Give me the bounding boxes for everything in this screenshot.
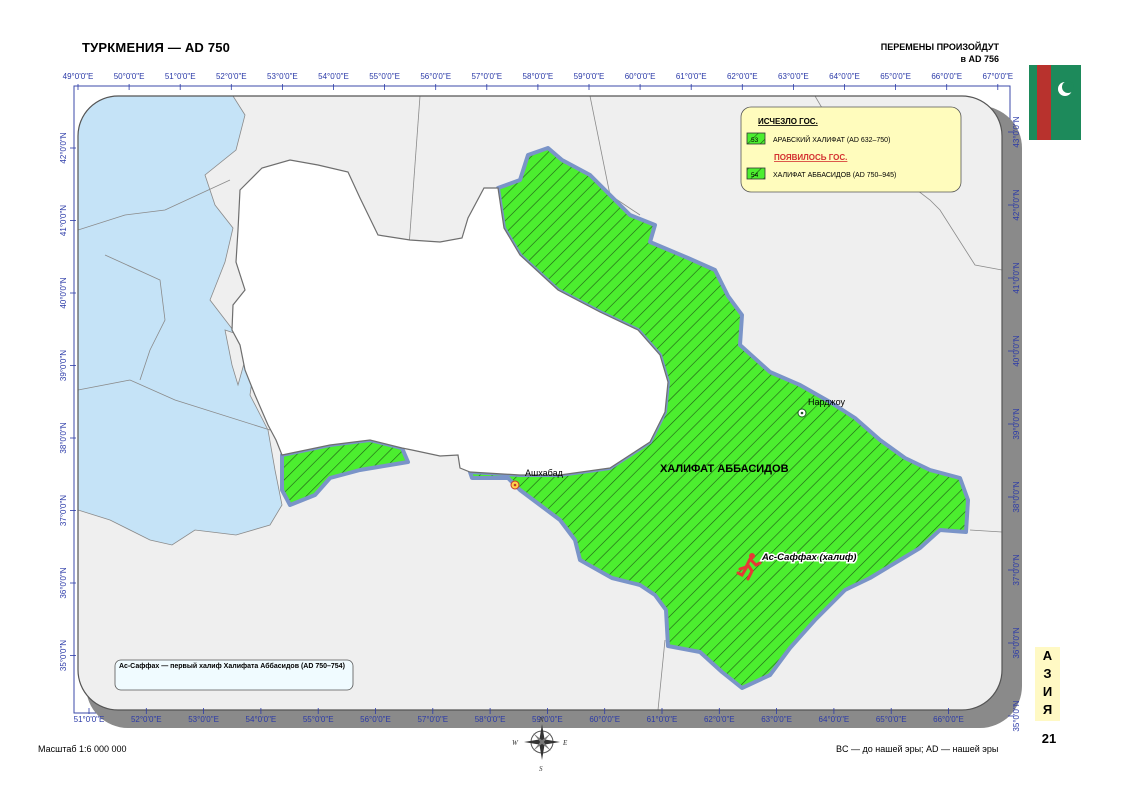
axis-bottom-label: 53°0'0"E bbox=[188, 715, 219, 724]
section-label-box: А З И Я bbox=[1035, 647, 1060, 721]
region-label: ХАЛИФАТ АББАСИДОВ bbox=[660, 463, 789, 475]
axis-left-label: 40°0'0"N bbox=[59, 277, 68, 308]
axis-top-label: 61°0'0"E bbox=[676, 72, 707, 81]
section-letter: И bbox=[1042, 684, 1053, 699]
section-letter: З bbox=[1043, 666, 1052, 681]
axis-bottom-label: 56°0'0"E bbox=[360, 715, 391, 724]
axis-bottom-label: 51°0'0"E bbox=[74, 715, 105, 724]
axis-bottom-label: 52°0'0"E bbox=[131, 715, 162, 724]
compass-e-label: E bbox=[562, 739, 568, 747]
axis-bottom-label: 58°0'0"E bbox=[475, 715, 506, 724]
compass-w-label: W bbox=[512, 739, 519, 747]
axis-bottom-label: 64°0'0"E bbox=[819, 715, 850, 724]
axis-bottom-label: 62°0'0"E bbox=[704, 715, 735, 724]
axis-left-label: 35°0'0"N bbox=[59, 640, 68, 671]
legend-vanished-title: ИСЧЕЗЛО ГОС. bbox=[758, 117, 818, 126]
axis-top-label: 56°0'0"E bbox=[420, 72, 451, 81]
axis-bottom-label: 59°0'0"E bbox=[532, 715, 563, 724]
axis-left-label: 42°0'0"N bbox=[59, 132, 68, 163]
axis-top-label: 60°0'0"E bbox=[625, 72, 656, 81]
city-ashgabat-label: Ашхабад bbox=[525, 468, 564, 478]
axis-bottom-label: 66°0'0"E bbox=[933, 715, 964, 724]
axis-left-label: 39°0'0"N bbox=[59, 350, 68, 381]
axis-bottom-label: 61°0'0"E bbox=[647, 715, 678, 724]
axis-bottom-label: 55°0'0"E bbox=[303, 715, 334, 724]
legend-appeared-code: 54 bbox=[751, 172, 759, 179]
map-canvas: Ашхабад Нарджоу ХАЛИФАТ АББАСИДОВ Ас-Саф… bbox=[59, 72, 1022, 773]
axis-left-label: 41°0'0"N bbox=[59, 205, 68, 236]
legend-appeared-label: ХАЛИФАТ АББАСИДОВ (AD 750–945) bbox=[773, 172, 896, 179]
section-letter: А bbox=[1042, 648, 1053, 663]
axis-left-label: 37°0'0"N bbox=[59, 495, 68, 526]
legend-vanished-code: 53 bbox=[751, 137, 759, 144]
axis-top-label: 51°0'0"E bbox=[165, 72, 196, 81]
axis-left-label: 38°0'0"N bbox=[59, 422, 68, 453]
axis-top-label: 67°0'0"E bbox=[982, 72, 1013, 81]
axis-top-label: 57°0'0"E bbox=[471, 72, 502, 81]
legend-appeared-title: ПОЯВИЛОСЬ ГОС. bbox=[774, 153, 847, 162]
compass-n-label: N bbox=[538, 716, 544, 724]
axis-top-label: 64°0'0"E bbox=[829, 72, 860, 81]
axis-top-label: 53°0'0"E bbox=[267, 72, 298, 81]
axis-top-label: 50°0'0"E bbox=[114, 72, 145, 81]
axis-left-label: 36°0'0"N bbox=[59, 567, 68, 598]
axis-top-label: 49°0'0"E bbox=[63, 72, 94, 81]
section-letter: Я bbox=[1042, 702, 1053, 717]
axis-top-label: 58°0'0"E bbox=[523, 72, 554, 81]
axis-bottom-label: 57°0'0"E bbox=[417, 715, 448, 724]
note-box: Ас-Саффах — первый халиф Халифата Аббаси… bbox=[114, 659, 354, 691]
axis-bottom-label: 60°0'0"E bbox=[589, 715, 620, 724]
page-number: 21 bbox=[1041, 731, 1057, 746]
city-nardjou-label: Нарджоу bbox=[808, 397, 845, 407]
axis-bottom-label: 63°0'0"E bbox=[761, 715, 792, 724]
era-note: BC — до нашей эры; AD — нашей эры bbox=[836, 744, 999, 754]
person-label: Ас-Саффах (халиф) bbox=[761, 552, 856, 563]
axis-top-label: 54°0'0"E bbox=[318, 72, 349, 81]
axis-top-label: 63°0'0"E bbox=[778, 72, 809, 81]
axis-top-label: 59°0'0"E bbox=[574, 72, 605, 81]
city-nardjou-marker bbox=[797, 408, 807, 418]
axis-top-label: 55°0'0"E bbox=[369, 72, 400, 81]
map-scale: Масштаб 1:6 000 000 bbox=[38, 744, 127, 754]
axis-bottom-label: 65°0'0"E bbox=[876, 715, 907, 724]
axis-top-label: 65°0'0"E bbox=[880, 72, 911, 81]
axis-top-label: 66°0'0"E bbox=[931, 72, 962, 81]
axis-top-label: 52°0'0"E bbox=[216, 72, 247, 81]
axis-left-labels: 42°0'0"N 41°0'0"N 40°0'0"N 39°0'0"N 38°0'0"N… bbox=[59, 132, 76, 671]
legend-vanished-label: АРАБСКИЙ ХАЛИФАТ (AD 632–750) bbox=[773, 135, 890, 144]
axis-top-label: 62°0'0"E bbox=[727, 72, 758, 81]
note-text: Ас-Саффах — первый халиф Халифата Аббаси… bbox=[119, 663, 345, 670]
axis-bottom-label: 54°0'0"E bbox=[246, 715, 277, 724]
compass-s-label: S bbox=[539, 765, 543, 773]
city-ashgabat-marker bbox=[510, 480, 520, 490]
legend-box: ИСЧЕЗЛО ГОС. 53 АРАБСКИЙ ХАЛИФАТ (AD 632… bbox=[740, 106, 962, 193]
